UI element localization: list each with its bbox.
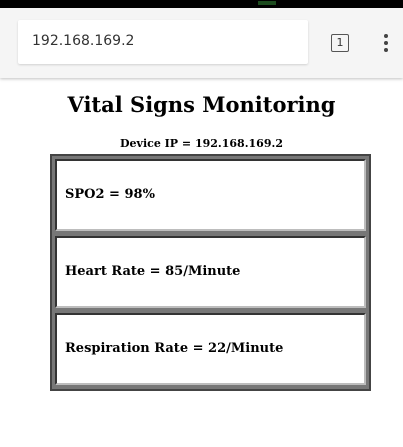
url-text: 192.168.169.2 <box>32 33 135 49</box>
menu-dot <box>384 34 388 38</box>
spo2-reading: SPO2 = 98% <box>65 187 155 202</box>
vital-cell-heart-rate: Heart Rate = 85/Minute <box>55 236 366 308</box>
signal-indicator-icon <box>258 1 276 5</box>
address-bar[interactable]: 192.168.169.2 <box>18 20 308 64</box>
device-ip-label: Device IP = 192.168.169.2 <box>120 137 283 150</box>
status-bar <box>0 0 403 8</box>
menu-dot <box>384 48 388 52</box>
browser-toolbar: 192.168.169.2 1 <box>0 8 403 78</box>
respiration-rate-reading: Respiration Rate = 22/Minute <box>65 341 284 356</box>
menu-dot <box>384 41 388 45</box>
heart-rate-reading: Heart Rate = 85/Minute <box>65 264 241 279</box>
vitals-table: SPO2 = 98% Heart Rate = 85/Minute Respir… <box>50 154 371 391</box>
page-title: Vital Signs Monitoring <box>67 92 336 117</box>
more-vertical-icon[interactable] <box>379 30 393 56</box>
vital-cell-respiration-rate: Respiration Rate = 22/Minute <box>55 313 366 385</box>
vital-cell-spo2: SPO2 = 98% <box>55 159 366 231</box>
tab-switcher-icon[interactable]: 1 <box>331 34 349 52</box>
